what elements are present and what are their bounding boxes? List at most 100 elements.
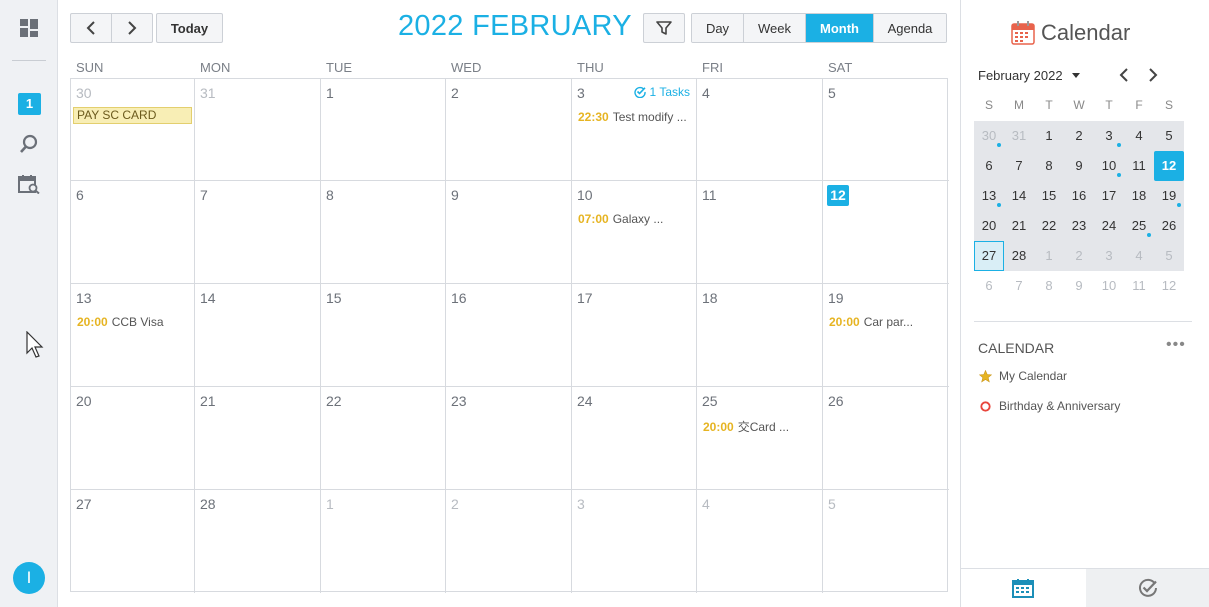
mini-day[interactable]: 19 [1154,181,1184,211]
calendar-search-icon[interactable] [17,172,41,196]
mini-day[interactable]: 11 [1124,271,1154,301]
mini-day[interactable]: 7 [1004,151,1034,181]
mini-prev-button[interactable] [1115,66,1133,84]
day-cell[interactable]: 10 07:00 Galaxy ... [572,181,697,284]
mini-next-button[interactable] [1144,66,1162,84]
day-cell[interactable]: 24 [572,387,697,490]
day-cell[interactable]: 2 [446,490,572,593]
mini-day[interactable]: 21 [1004,211,1034,241]
day-cell[interactable]: 13 20:00 CCB Visa [71,284,195,387]
mini-day[interactable]: 6 [974,151,1004,181]
view-week-button[interactable]: Week [744,14,806,42]
mini-month-dropdown[interactable]: February 2022 [978,68,1081,83]
calendar-item-my-calendar[interactable]: My Calendar [979,369,1067,383]
mini-day[interactable]: 26 [1154,211,1184,241]
calendar-today-button[interactable]: 1 [18,93,41,115]
day-cell[interactable]: 15 [321,284,446,387]
mini-day[interactable]: 22 [1034,211,1064,241]
mini-day[interactable]: 10 [1094,151,1124,181]
tab-tasks[interactable] [1085,569,1209,607]
mini-day[interactable]: 8 [1034,151,1064,181]
day-cell[interactable]: 18 [697,284,823,387]
day-cell[interactable]: 21 [195,387,321,490]
day-cell[interactable]: 22 [321,387,446,490]
mini-day[interactable]: 9 [1064,271,1094,301]
mini-day[interactable]: 2 [1064,121,1094,151]
mini-day[interactable]: 8 [1034,271,1064,301]
mini-day[interactable]: 7 [1004,271,1034,301]
filter-button[interactable] [643,13,685,43]
mini-day[interactable]: 18 [1124,181,1154,211]
mini-day[interactable]: 5 [1154,121,1184,151]
mini-day-selected[interactable]: 12 [1154,151,1184,181]
mini-day[interactable]: 11 [1124,151,1154,181]
calendar-item-birthday[interactable]: Birthday & Anniversary [979,399,1120,413]
mini-day[interactable]: 17 [1094,181,1124,211]
event-item[interactable]: 20:00 交Card ... [703,418,789,435]
more-options-icon[interactable]: ••• [1166,336,1186,354]
event-item[interactable]: 07:00 Galaxy ... [578,212,663,226]
prev-month-button[interactable] [70,13,112,43]
day-cell[interactable]: 5 [823,490,949,593]
view-day-button[interactable]: Day [692,14,744,42]
view-month-button[interactable]: Month [806,14,874,42]
tab-calendar[interactable] [961,569,1086,607]
day-cell[interactable]: 11 [697,181,823,284]
day-cell[interactable]: 3 [572,490,697,593]
mini-day[interactable]: 13 [974,181,1004,211]
day-cell[interactable]: 6 [71,181,195,284]
mini-day[interactable]: 24 [1094,211,1124,241]
mini-day[interactable]: 25 [1124,211,1154,241]
day-cell[interactable]: 30 PAY SC CARD [71,79,195,181]
mini-day[interactable]: 1 [1034,121,1064,151]
mini-day[interactable]: 4 [1124,241,1154,271]
mini-day[interactable]: 12 [1154,271,1184,301]
mini-day[interactable]: 28 [1004,241,1034,271]
day-cell[interactable]: 16 [446,284,572,387]
day-cell[interactable]: 17 [572,284,697,387]
day-cell[interactable]: 8 [321,181,446,284]
mini-day[interactable]: 5 [1154,241,1184,271]
tasks-link[interactable]: 1 Tasks [633,85,690,99]
mini-day[interactable]: 3 [1094,241,1124,271]
day-cell[interactable]: 14 [195,284,321,387]
event-item[interactable]: 20:00 Car par... [829,315,913,329]
search-icon[interactable] [17,132,41,156]
day-cell[interactable]: 1 [321,490,446,593]
day-cell[interactable]: 19 20:00 Car par... [823,284,949,387]
day-cell[interactable]: 7 [195,181,321,284]
mini-day[interactable]: 16 [1064,181,1094,211]
day-cell[interactable]: 27 [71,490,195,593]
next-month-button[interactable] [111,13,153,43]
day-cell[interactable]: 25 20:00 交Card ... [697,387,823,490]
day-cell[interactable]: 5 [823,79,949,181]
day-cell[interactable]: 26 [823,387,949,490]
mini-day[interactable]: 23 [1064,211,1094,241]
mini-day[interactable]: 20 [974,211,1004,241]
mini-day[interactable]: 31 [1004,121,1034,151]
user-avatar[interactable]: I [13,562,45,594]
day-cell[interactable]: 2 [446,79,572,181]
mini-day[interactable]: 15 [1034,181,1064,211]
day-cell[interactable]: 12 [823,181,949,284]
mini-day[interactable]: 2 [1064,241,1094,271]
event-item[interactable]: 22:30 Test modify ... [578,110,687,124]
mini-day[interactable]: 10 [1094,271,1124,301]
day-cell[interactable]: 9 [446,181,572,284]
day-cell[interactable]: 20 [71,387,195,490]
mini-day-today[interactable]: 27 [974,241,1004,271]
mini-day[interactable]: 4 [1124,121,1154,151]
day-cell[interactable]: 31 [195,79,321,181]
mini-day[interactable]: 3 [1094,121,1124,151]
view-agenda-button[interactable]: Agenda [874,14,946,42]
day-cell[interactable]: 28 [195,490,321,593]
day-cell[interactable]: 23 [446,387,572,490]
all-day-event[interactable]: PAY SC CARD [73,107,192,124]
mini-day[interactable]: 9 [1064,151,1094,181]
mini-day[interactable]: 1 [1034,241,1064,271]
day-cell[interactable]: 1 [321,79,446,181]
mini-day[interactable]: 14 [1004,181,1034,211]
dashboard-icon[interactable] [17,16,41,40]
mini-day[interactable]: 6 [974,271,1004,301]
day-cell[interactable]: 4 [697,490,823,593]
